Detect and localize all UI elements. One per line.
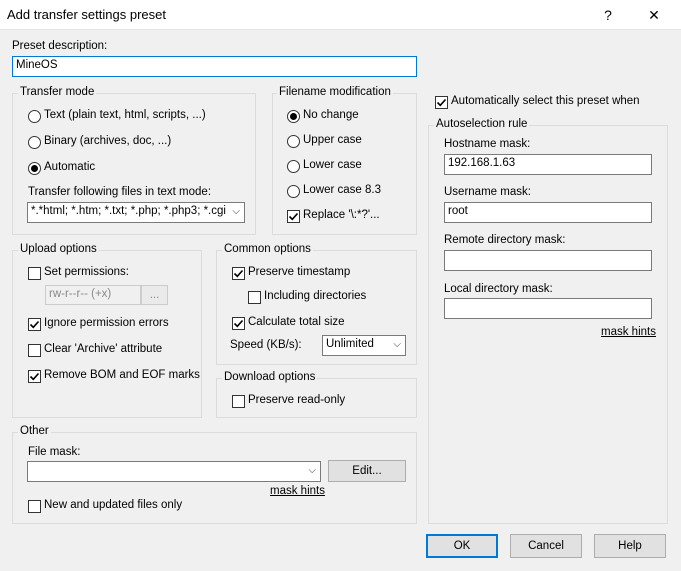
transfer-mode-title: Transfer mode: [18, 86, 97, 98]
text-mode-files-combo[interactable]: *.*html; *.htm; *.txt; *.php; *.php3; *.…: [27, 202, 245, 223]
speed-combo[interactable]: Unlimited ⌵: [322, 335, 406, 356]
automatic-mode-label: Automatic: [44, 161, 96, 173]
common-options-title: Common options: [222, 243, 313, 255]
no-change-label: No change: [303, 109, 359, 121]
window-title: Add transfer settings preset: [7, 7, 166, 22]
preserve-timestamp-label: Preserve timestamp: [248, 266, 351, 278]
cancel-button[interactable]: Cancel: [510, 534, 582, 558]
binary-mode-label: Binary (archives, doc, ...): [44, 135, 172, 147]
lower-case-label: Lower case: [303, 159, 362, 171]
title-bar: Add transfer settings preset ? ✕: [0, 0, 681, 30]
ok-button[interactable]: OK: [426, 534, 498, 558]
binary-mode-radio[interactable]: [28, 136, 41, 149]
preset-description-input[interactable]: MineOS: [12, 56, 417, 77]
autoselect-mask-hints-link[interactable]: mask hints: [601, 326, 656, 338]
permissions-button[interactable]: ...: [141, 285, 168, 305]
hostname-mask-label: Hostname mask:: [444, 138, 531, 150]
username-mask-label: Username mask:: [444, 186, 531, 198]
text-mode-files-value: *.*html; *.htm; *.txt; *.php; *.php3; *.…: [31, 205, 226, 217]
file-mask-combo[interactable]: ⌵: [27, 461, 321, 482]
preserve-readonly-checkbox[interactable]: [232, 395, 245, 408]
text-mode-files-label: Transfer following files in text mode:: [28, 186, 212, 198]
username-mask-input[interactable]: root: [444, 202, 652, 223]
auto-select-checkbox[interactable]: [435, 96, 448, 109]
file-mask-label: File mask:: [28, 446, 81, 458]
preserve-readonly-label: Preserve read-only: [248, 394, 346, 406]
new-updated-only-checkbox[interactable]: [28, 500, 41, 513]
close-icon[interactable]: ✕: [640, 4, 668, 26]
checkmark-icon: [29, 320, 40, 329]
new-updated-only-label: New and updated files only: [44, 499, 183, 511]
checkmark-icon: [288, 212, 299, 221]
help-button[interactable]: Help: [594, 534, 666, 558]
remote-directory-mask-input[interactable]: [444, 250, 652, 271]
help-icon[interactable]: ?: [594, 4, 622, 26]
local-directory-mask-label: Local directory mask:: [444, 283, 553, 295]
lower-case-83-label: Lower case 8.3: [303, 184, 381, 196]
chevron-down-icon[interactable]: ⌵: [393, 339, 401, 350]
upload-options-title: Upload options: [18, 243, 99, 255]
checkmark-icon: [29, 372, 40, 381]
radio-selected-dot: [31, 165, 38, 172]
calculate-total-size-label: Calculate total size: [248, 316, 345, 328]
no-change-radio[interactable]: [287, 110, 300, 123]
checkmark-icon: [436, 98, 447, 107]
local-directory-mask-input[interactable]: [444, 298, 652, 319]
filename-modification-title: Filename modification: [277, 86, 393, 98]
other-title: Other: [18, 425, 51, 437]
hostname-mask-input[interactable]: 192.168.1.63: [444, 154, 652, 175]
lower-case-radio[interactable]: [287, 160, 300, 173]
permissions-input[interactable]: rw-r--r-- (+x): [45, 285, 141, 305]
speed-label: Speed (KB/s):: [230, 339, 302, 351]
including-directories-checkbox[interactable]: [248, 291, 261, 304]
set-permissions-checkbox[interactable]: [28, 267, 41, 280]
checkmark-icon: [233, 319, 244, 328]
radio-selected-dot: [290, 113, 297, 120]
preset-description-label: Preset description:: [12, 40, 108, 52]
clear-archive-label: Clear 'Archive' attribute: [44, 343, 163, 355]
replace-checkbox[interactable]: [287, 210, 300, 223]
chevron-down-icon[interactable]: ⌵: [308, 465, 316, 476]
auto-select-label: Automatically select this preset when: [451, 95, 640, 107]
preserve-timestamp-checkbox[interactable]: [232, 267, 245, 280]
remote-directory-mask-label: Remote directory mask:: [444, 234, 566, 246]
text-mode-label: Text (plain text, html, scripts, ...): [44, 109, 206, 121]
clear-archive-checkbox[interactable]: [28, 344, 41, 357]
ignore-permission-errors-checkbox[interactable]: [28, 318, 41, 331]
download-options-title: Download options: [222, 371, 318, 383]
set-permissions-label: Set permissions:: [44, 266, 130, 278]
replace-label: Replace '\:*?'...: [303, 209, 380, 221]
including-directories-label: Including directories: [264, 290, 367, 302]
upper-case-label: Upper case: [303, 134, 362, 146]
edit-file-mask-button[interactable]: Edit...: [328, 460, 406, 482]
autoselection-rule-group: [428, 125, 668, 524]
upper-case-radio[interactable]: [287, 135, 300, 148]
file-mask-hints-link[interactable]: mask hints: [270, 485, 325, 497]
lower-case-83-radio[interactable]: [287, 185, 300, 198]
ignore-permission-errors-label: Ignore permission errors: [44, 317, 169, 329]
text-mode-radio[interactable]: [28, 110, 41, 123]
automatic-mode-radio[interactable]: [28, 162, 41, 175]
calculate-total-size-checkbox[interactable]: [232, 317, 245, 330]
remove-bom-label: Remove BOM and EOF marks: [44, 369, 200, 381]
remove-bom-checkbox[interactable]: [28, 370, 41, 383]
chevron-down-icon[interactable]: ⌵: [230, 206, 240, 217]
speed-value: Unlimited: [326, 338, 374, 350]
autoselection-rule-title: Autoselection rule: [434, 118, 530, 130]
checkmark-icon: [233, 269, 244, 278]
